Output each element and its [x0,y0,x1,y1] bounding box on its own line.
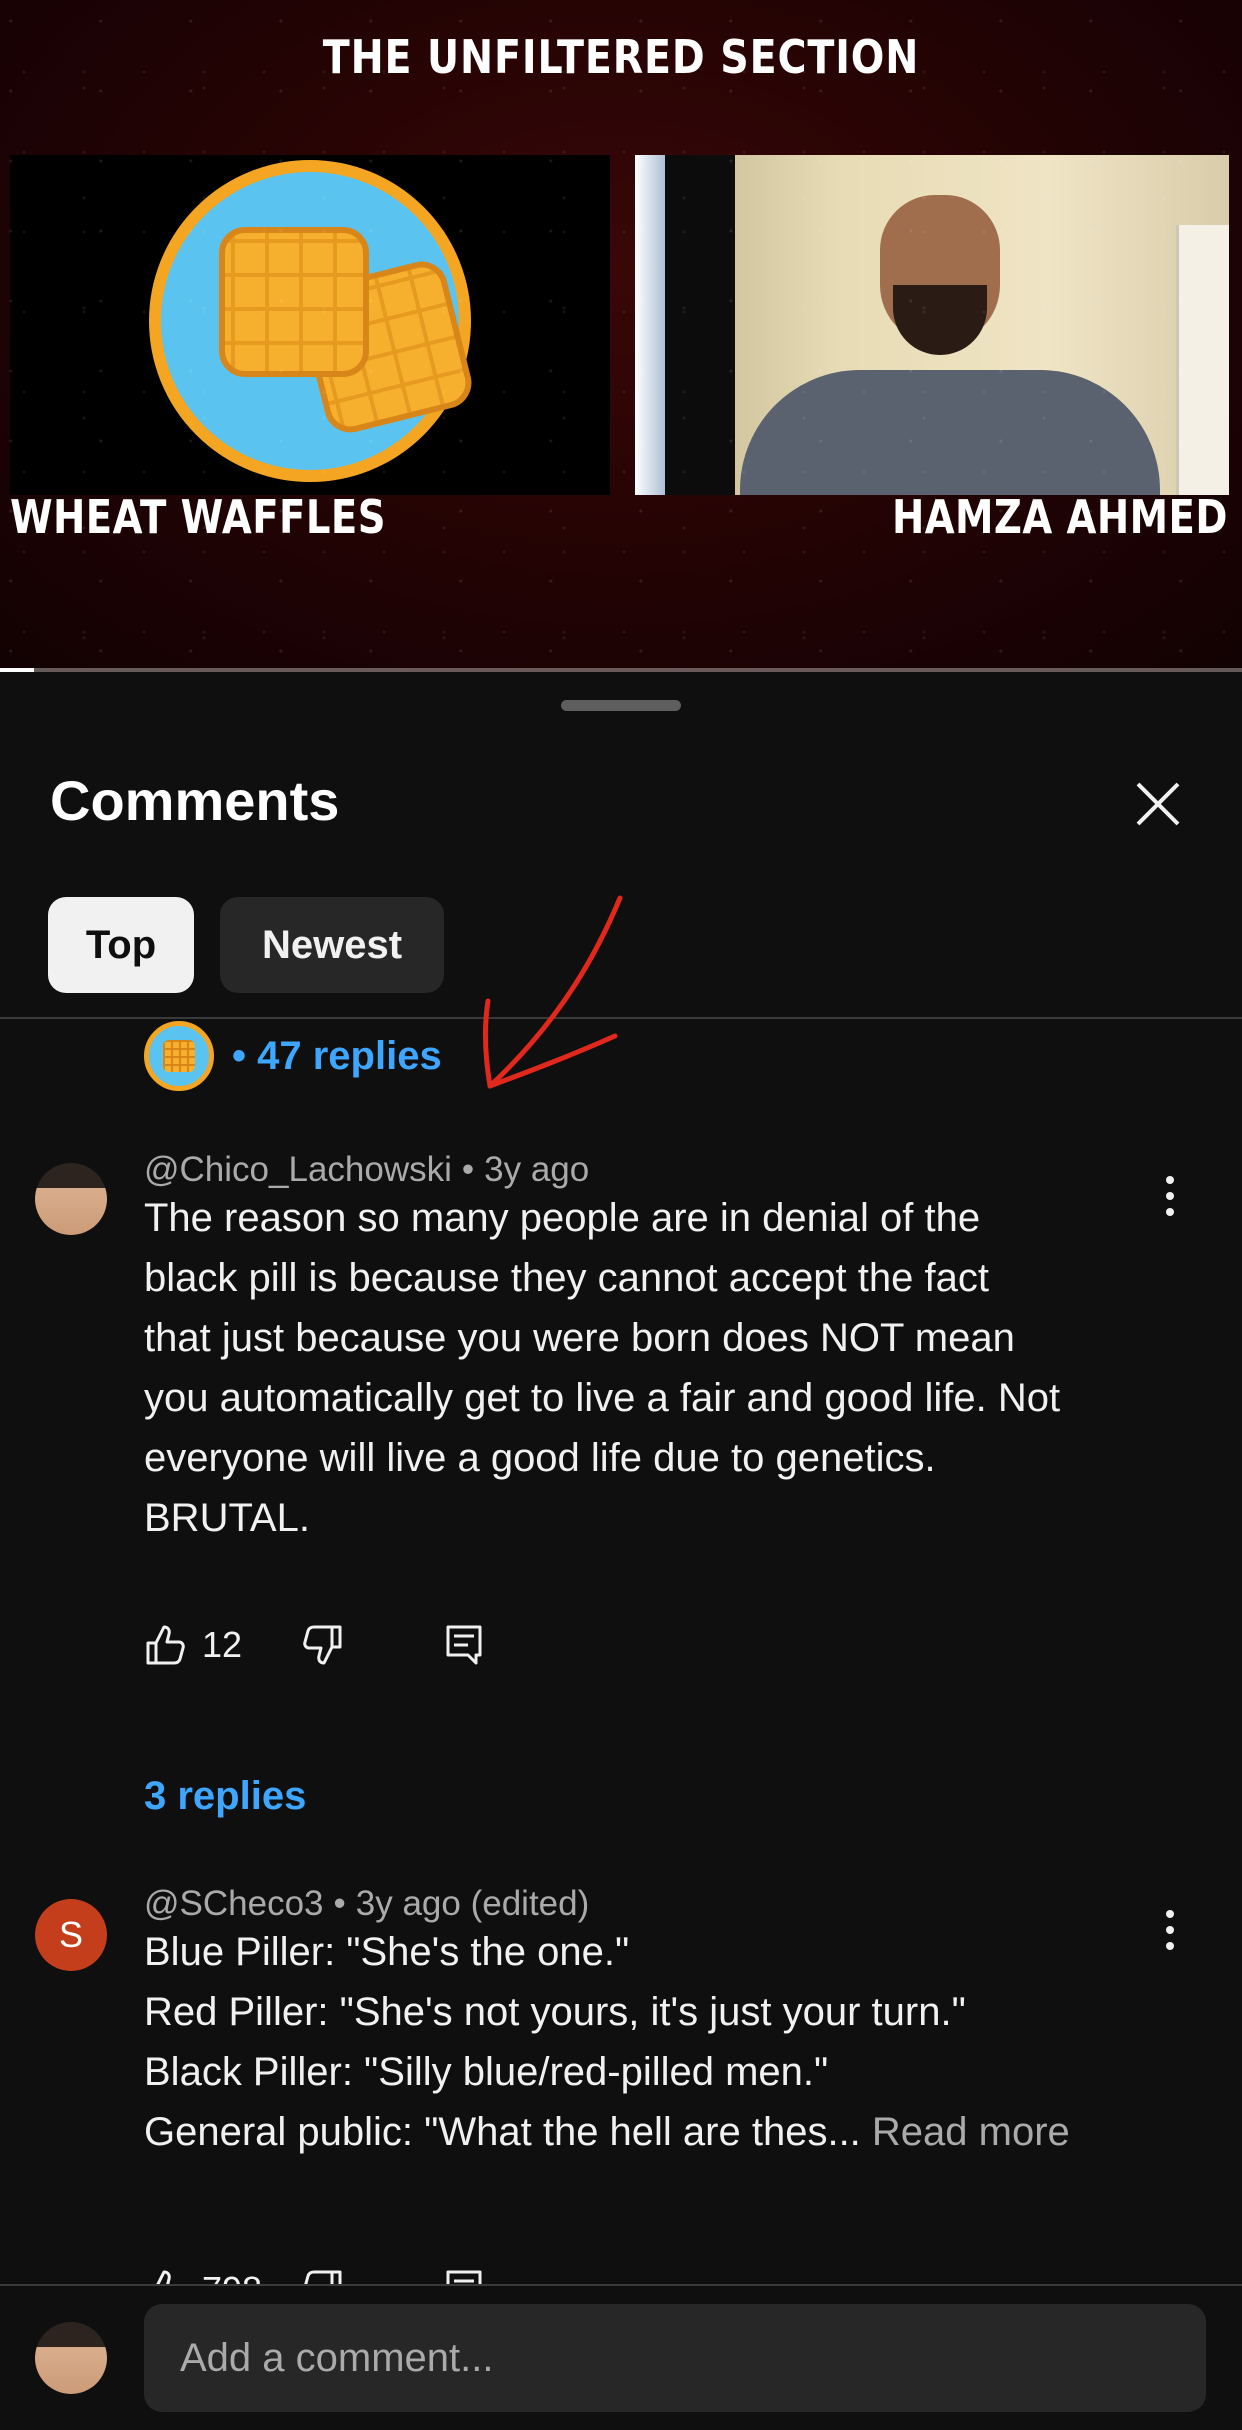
webcam-curtain [665,155,735,495]
waffle-front-shape [219,227,369,377]
comment-author[interactable]: @Chico_Lachowski [144,1150,452,1189]
comment-text: The reason so many people are in denial … [144,1188,1164,1548]
drag-handle[interactable] [561,700,681,711]
comment-text-line: that just because you were born does NOT… [144,1316,1015,1360]
comment-text-line: Red Piller: "She's not yours, it's just … [144,1990,966,2034]
waffle-logo [149,160,477,482]
like-button[interactable]: 12 [144,1623,242,1667]
thumbs-up-icon [146,1625,185,1665]
comment-composer: Add a comment... [0,2286,1242,2430]
comment-text-line: Blue Piller: "She's the one." [144,1930,630,1974]
video-progress-fill [0,668,34,672]
comment-text-line: The reason so many people are in denial … [144,1196,981,1240]
close-button[interactable] [1130,776,1186,832]
waffle-icon [163,1040,195,1072]
reply-button[interactable] [444,1623,484,1667]
read-more-link[interactable]: Read more [872,2110,1070,2154]
user-avatar [35,2322,107,2394]
comment-actions: 12 [144,1615,484,1675]
reply-comment-icon [446,1625,482,1665]
person-shirt [740,370,1160,495]
avatar[interactable] [35,1163,107,1235]
comment-author[interactable]: @SCheco3 [144,1884,324,1923]
comment-age: 3y ago [484,1150,590,1189]
video-player[interactable]: THE UNFILTERED SECTION WHEAT WAFFLES HAM… [0,0,1242,672]
comment-text-line: BRUTAL. [144,1496,310,1540]
meta-separator: • [461,1150,475,1189]
webcam-panel [635,155,1229,495]
comment-text-line: black pill is because they cannot accept… [144,1256,989,1300]
tab-newest[interactable]: Newest [220,897,444,993]
meta-separator: • [333,1884,346,1923]
red-arrow-annotation [483,895,623,1089]
comment-text-line: you automatically get to live a fair and… [144,1376,1061,1420]
add-comment-input[interactable]: Add a comment... [144,2304,1206,2412]
truncated-text: General public: "What the hell are thes.… [144,2110,861,2154]
view-replies-link[interactable]: 3 replies [144,1774,306,1819]
comment-text-line: General public: "What the hell are thes.… [144,2102,1164,2162]
tab-top[interactable]: Top [48,897,194,993]
close-icon [1136,782,1180,826]
guest-name-right: HAMZA AHMED [892,490,1228,544]
comment-meta: @SCheco3 • 3y ago (edited) [144,1884,589,1924]
replies-count-label: • 47 replies [232,1033,442,1078]
dislike-button[interactable] [300,1623,344,1667]
like-count: 12 [202,1624,243,1665]
comments-sheet: Comments Top Newest • 47 replies @Chico_… [0,676,1242,2430]
creator-heart-avatar [144,1021,214,1091]
comment-text-line: Black Piller: "Silly blue/red-pilled men… [144,2050,829,2094]
avatar[interactable]: S [35,1899,107,1971]
comments-title: Comments [50,769,340,832]
video-progress-bar[interactable] [0,668,1242,672]
video-banner-title: THE UNFILTERED SECTION [322,30,920,84]
webcam-door [1176,225,1229,495]
pinned-replies-link[interactable]: • 47 replies [144,1021,442,1091]
wheat-waffles-panel [10,155,610,495]
thumbs-down-icon [303,1625,342,1665]
comment-meta: @Chico_Lachowski • 3y ago [144,1150,589,1190]
guest-name-left: WHEAT WAFFLES [10,490,386,544]
comment-text: Blue Piller: "She's the one." Red Piller… [144,1922,1164,2162]
comment-age: 3y ago (edited) [355,1884,590,1923]
comment-text-line: everyone will live a good life due to ge… [144,1436,936,1480]
